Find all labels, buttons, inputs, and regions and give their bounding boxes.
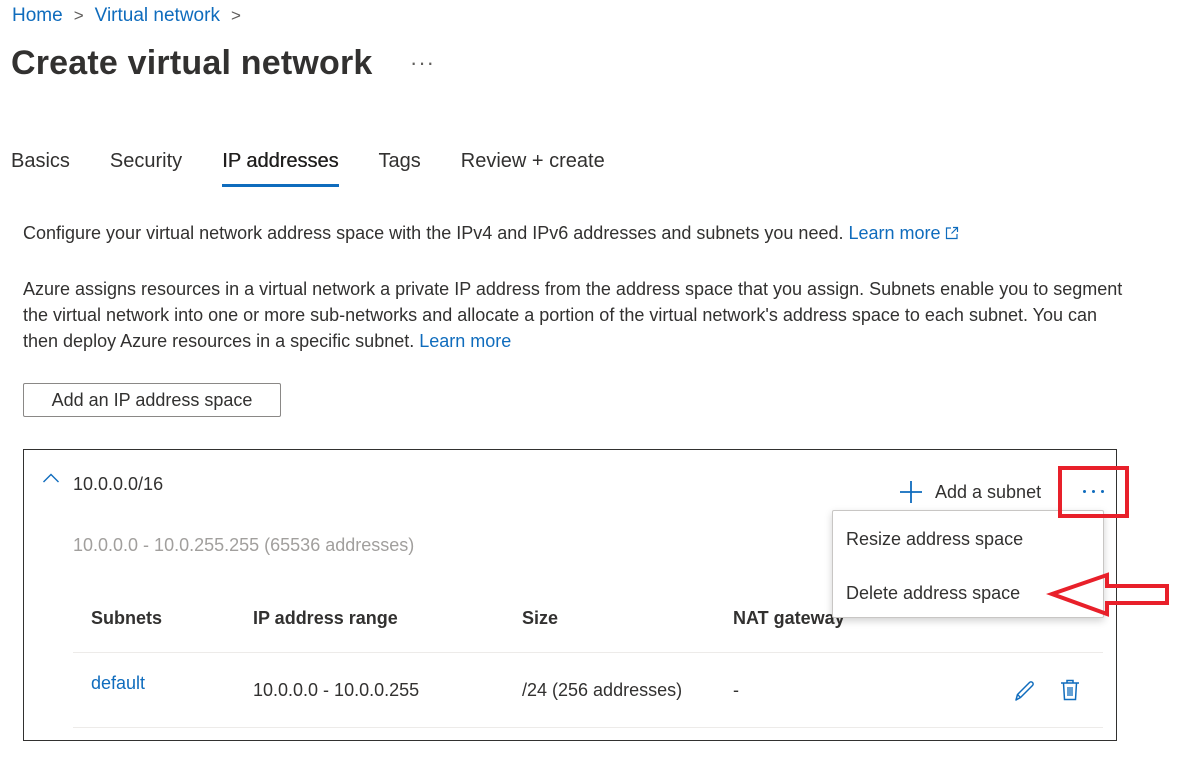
column-header-nat-gateway: NAT gateway bbox=[733, 608, 845, 628]
tab-label: Security bbox=[109, 150, 183, 172]
chevron-right-icon: > bbox=[73, 6, 84, 25]
intro-text: Configure your virtual network address s… bbox=[23, 220, 1143, 246]
subnet-size: /24 (256 addresses) bbox=[522, 680, 683, 700]
plus-icon bbox=[900, 481, 922, 503]
add-subnet-button[interactable]: Add a subnet bbox=[899, 480, 1041, 504]
learn-more-link[interactable]: Learn more bbox=[849, 223, 959, 243]
page-title: Create virtual network bbox=[11, 44, 373, 82]
tab-label: IP addresses bbox=[222, 150, 339, 172]
address-space-range: 10.0.0.0 - 10.0.255.255 (65536 addresses… bbox=[73, 535, 415, 555]
tab-label: Review + create bbox=[460, 150, 605, 172]
subnet-name-link[interactable]: default bbox=[91, 673, 145, 694]
column-header-subnets: Subnets bbox=[91, 608, 163, 628]
chevron-up-icon[interactable] bbox=[42, 472, 60, 484]
edit-icon[interactable] bbox=[1013, 680, 1037, 702]
description-body: Azure assigns resources in a virtual net… bbox=[23, 279, 1123, 351]
subnet-ip-range: 10.0.0.0 - 10.0.0.255 bbox=[253, 680, 420, 700]
annotation-highlight-box bbox=[1058, 466, 1129, 518]
learn-more-label: Learn more bbox=[848, 223, 941, 243]
tab-security[interactable]: Security bbox=[110, 150, 182, 187]
menu-item-delete-address-space[interactable]: Delete address space bbox=[846, 583, 1020, 604]
tab-ip-addresses[interactable]: IP addresses bbox=[222, 150, 339, 187]
table-divider bbox=[73, 727, 1103, 728]
tab-basics[interactable]: Basics bbox=[11, 150, 70, 187]
breadcrumb-virtual-network[interactable]: Virtual network bbox=[95, 5, 220, 27]
wizard-tabs: Basics Security IP addresses Tags Review… bbox=[11, 150, 645, 187]
page-more-button[interactable]: ··· bbox=[410, 50, 435, 76]
menu-item-resize-address-space[interactable]: Resize address space bbox=[846, 529, 1023, 550]
tab-label: Basics bbox=[11, 150, 70, 172]
intro-text-body: Configure your virtual network address s… bbox=[23, 223, 844, 243]
learn-more-link-2[interactable]: Learn more bbox=[419, 331, 511, 351]
subnet-nat-gateway: - bbox=[733, 680, 739, 700]
tab-review-create[interactable]: Review + create bbox=[461, 150, 605, 187]
delete-icon[interactable] bbox=[1060, 679, 1080, 701]
annotation-arrow-icon bbox=[1046, 572, 1169, 617]
chevron-right-icon: > bbox=[230, 6, 241, 25]
tab-label: Tags bbox=[378, 150, 421, 172]
column-header-size: Size bbox=[522, 608, 559, 628]
breadcrumb-home[interactable]: Home bbox=[12, 5, 63, 27]
description-text: Azure assigns resources in a virtual net… bbox=[23, 276, 1133, 354]
add-ip-address-space-button[interactable]: Add an IP address space bbox=[23, 383, 281, 417]
external-link-icon bbox=[945, 226, 958, 240]
breadcrumb: Home > Virtual network > bbox=[12, 5, 252, 27]
tab-tags[interactable]: Tags bbox=[379, 150, 421, 187]
address-space-cidr: 10.0.0.0/16 bbox=[73, 474, 164, 494]
column-header-ip-range: IP address range bbox=[253, 608, 398, 628]
add-subnet-label: Add a subnet bbox=[935, 481, 1042, 502]
